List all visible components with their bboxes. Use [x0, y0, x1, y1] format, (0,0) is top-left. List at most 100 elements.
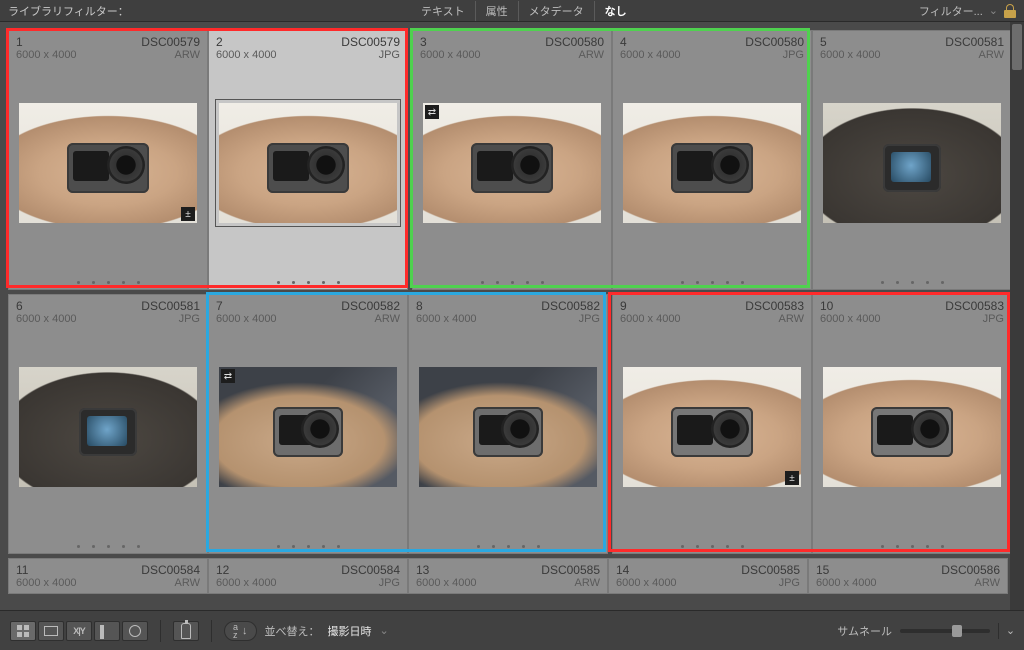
slider-knob[interactable]	[952, 625, 962, 637]
cell-extension: JPG	[379, 577, 400, 589]
sort-direction-toggle[interactable]: az ↓	[224, 621, 257, 641]
cell-extension: JPG	[379, 49, 400, 61]
view-loupe-button[interactable]	[38, 621, 64, 641]
grid-cell[interactable]: 8DSC005826000 x 4000JPG	[408, 294, 608, 554]
rating-dots[interactable]	[813, 545, 1011, 548]
filter-preset-chevron-icon[interactable]: ⌄	[989, 4, 998, 17]
grid-cell[interactable]: 12 DSC00584 6000 x 4000 JPG	[208, 558, 408, 594]
thumbnail-size-slider[interactable]	[900, 629, 990, 633]
rating-dots[interactable]	[613, 281, 811, 284]
rating-dots[interactable]	[9, 281, 207, 284]
thumbnail[interactable]: ±	[623, 367, 801, 487]
scrollbar-thumb[interactable]	[1012, 24, 1022, 70]
cell-filename: DSC00585	[741, 563, 800, 577]
rating-dots[interactable]	[9, 545, 207, 548]
grid-cell[interactable]: 13DSC005856000 x 4000ARW	[408, 558, 608, 594]
cell-filename: DSC00581	[141, 299, 200, 313]
cell-index: 4	[620, 35, 627, 49]
cell-filename: DSC00584	[341, 563, 400, 577]
grid-cell[interactable]: 2DSC005796000 x 4000JPG	[208, 30, 408, 290]
grid-cell[interactable]: 14DSC005856000 x 4000JPG	[608, 558, 808, 594]
compare-xy-icon: X|Y	[73, 626, 85, 636]
filter-tab-none[interactable]: なし	[594, 1, 637, 21]
rating-dots[interactable]	[209, 281, 407, 284]
rating-dots[interactable]	[413, 281, 611, 284]
cell-index: 11	[16, 563, 28, 577]
cell-extension: JPG	[179, 313, 200, 325]
metadata-badge-icon: ⇄	[425, 105, 439, 119]
cell-filename: DSC00583	[745, 299, 804, 313]
grid-cell[interactable]: 4DSC005806000 x 4000JPG	[612, 30, 812, 290]
cell-filename: DSC00582	[541, 299, 600, 313]
cell-filename: DSC00586	[941, 563, 1000, 577]
sort-field-chevron-icon[interactable]: ⌄	[380, 624, 389, 637]
rating-dots[interactable]	[813, 281, 1011, 284]
cell-dimensions: 6000 x 4000	[416, 577, 477, 589]
view-mode-group: X|Y	[10, 621, 148, 641]
grid-cell[interactable]: 1DSC005796000 x 4000ARW±	[8, 30, 208, 290]
toolbar-expand-chevron-icon[interactable]: ⌄	[998, 623, 1014, 639]
grid-cell[interactable]: 5DSC005816000 x 4000ARW	[812, 30, 1012, 290]
filter-tab-attribute[interactable]: 属性	[475, 1, 518, 21]
cell-dimensions: 6000 x 4000	[816, 577, 877, 589]
develop-badge-icon: ±	[785, 471, 799, 485]
grid-cell[interactable]: 11DSC005846000 x 4000ARW	[8, 558, 208, 594]
cell-index: 2	[216, 35, 223, 49]
grid-cell[interactable]: 3DSC005806000 x 4000ARW⇄	[412, 30, 612, 290]
cell-extension: ARW	[175, 577, 200, 589]
thumbnail[interactable]	[419, 367, 597, 487]
cell-index: 1	[16, 35, 23, 49]
cell-dimensions: 6000 x 4000	[820, 49, 881, 61]
cell-index: 14	[616, 563, 629, 577]
toolbar-bottom: X|Y az ↓ 並べ替え： 撮影日時 ⌄ サムネール ⌄	[0, 610, 1024, 650]
filter-tab-metadata[interactable]: メタデータ	[518, 1, 594, 21]
grid-cell[interactable]: 7DSC005826000 x 4000ARW⇄	[208, 294, 408, 554]
view-survey-button[interactable]	[94, 621, 120, 641]
cell-index: 12	[216, 563, 229, 577]
thumbnail[interactable]: ⇄	[423, 103, 601, 223]
painter-tool-button[interactable]	[173, 621, 199, 641]
view-grid-button[interactable]	[10, 621, 36, 641]
thumbnail[interactable]	[19, 367, 197, 487]
cell-dimensions: 6000 x 4000	[620, 49, 681, 61]
cell-extension: ARW	[375, 313, 400, 325]
survey-icon	[100, 626, 114, 636]
filter-preset-menu[interactable]: フィルター...	[919, 3, 983, 19]
library-filter-bar: ライブラリフィルター： テキスト 属性 メタデータ なし フィルター... ⌄	[0, 0, 1024, 22]
cell-dimensions: 6000 x 4000	[216, 49, 277, 61]
cell-filename: DSC00580	[545, 35, 604, 49]
cell-filename: DSC00580	[745, 35, 804, 49]
filter-tab-text[interactable]: テキスト	[411, 1, 475, 21]
thumbnail[interactable]	[823, 367, 1001, 487]
thumbnail-size-control: サムネール	[837, 623, 990, 639]
thumbnail[interactable]	[823, 103, 1001, 223]
cell-index: 8	[416, 299, 423, 313]
cell-index: 15	[816, 563, 829, 577]
thumbnail[interactable]	[623, 103, 801, 223]
cell-dimensions: 6000 x 4000	[16, 577, 77, 589]
grid-cell[interactable]: 6DSC005816000 x 4000JPG	[8, 294, 208, 554]
cell-index: 7	[216, 299, 223, 313]
view-people-button[interactable]	[122, 621, 148, 641]
rating-dots[interactable]	[209, 545, 407, 548]
cell-index: 10	[820, 299, 833, 313]
thumbnail[interactable]: ⇄	[219, 367, 397, 487]
grid-cell[interactable]: 10DSC005836000 x 4000JPG	[812, 294, 1012, 554]
cell-dimensions: 6000 x 4000	[420, 49, 481, 61]
sort-arrow-icon: ↓	[242, 625, 248, 637]
sort-field-dropdown[interactable]: 撮影日時	[328, 623, 372, 639]
cell-dimensions: 6000 x 4000	[16, 49, 77, 61]
view-compare-button[interactable]: X|Y	[66, 621, 92, 641]
develop-badge-icon: ±	[181, 207, 195, 221]
cell-extension: ARW	[975, 577, 1000, 589]
cell-dimensions: 6000 x 4000	[216, 577, 277, 589]
grid-cell[interactable]: 9DSC005836000 x 4000ARW±	[612, 294, 812, 554]
rating-dots[interactable]	[613, 545, 811, 548]
grid-cell[interactable]: 15 DSC00586 6000 x 4000 ARW	[808, 558, 1008, 594]
thumbnail[interactable]	[219, 103, 397, 223]
rating-dots[interactable]	[409, 545, 607, 548]
thumbnail[interactable]: ±	[19, 103, 197, 223]
vertical-scrollbar[interactable]	[1010, 22, 1024, 610]
cell-dimensions: 6000 x 4000	[16, 313, 77, 325]
lock-icon[interactable]	[1004, 4, 1016, 18]
